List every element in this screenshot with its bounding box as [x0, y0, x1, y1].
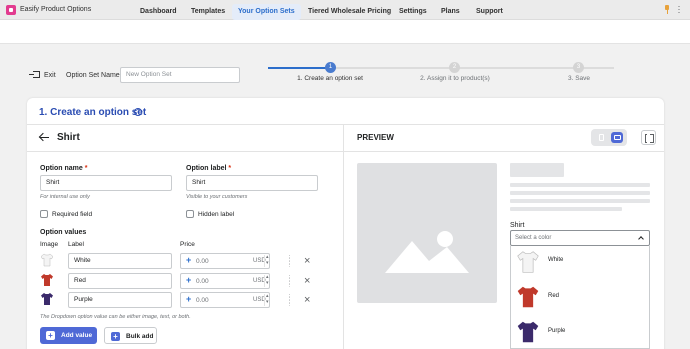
panel-divider [343, 124, 344, 349]
red-shirt-icon[interactable] [41, 273, 53, 287]
option-label-input[interactable]: Shirt [186, 175, 318, 191]
delete-value-icon[interactable]: × [304, 256, 310, 267]
card-title: 1. Create an option set [39, 107, 147, 118]
skeleton-line [510, 183, 650, 187]
price-value: 0.00 [196, 278, 209, 285]
step-1-indicator: 1 [325, 62, 336, 73]
value-label-input[interactable]: White [68, 253, 172, 269]
step-progress-line [268, 67, 330, 69]
nav-settings[interactable]: Settings [393, 4, 433, 20]
bulk-add-button[interactable]: + Bulk add [104, 327, 157, 344]
preview-color-select[interactable]: Select a color [510, 230, 650, 246]
skeleton-line [510, 191, 650, 195]
delete-value-icon[interactable]: × [304, 295, 310, 306]
image-placeholder-icon [385, 231, 469, 273]
mobile-view-icon[interactable] [595, 132, 607, 143]
value-label-input[interactable]: Red [68, 273, 172, 289]
chevron-up-icon [638, 236, 644, 242]
dropdown-option-purple[interactable]: Purple [511, 318, 649, 348]
price-stepper-icon[interactable] [264, 274, 270, 287]
fullscreen-icon[interactable] [641, 130, 656, 145]
drag-handle-icon[interactable]: : :: : [289, 275, 295, 289]
app-logo-icon [6, 5, 16, 15]
preview-title: PREVIEW [357, 133, 394, 142]
add-value-button[interactable]: + Add value [40, 327, 97, 344]
header-divider [27, 151, 664, 152]
required-field-label: Required field [52, 211, 93, 218]
main-nav [0, 20, 690, 44]
plus-icon: + [186, 294, 192, 304]
option-set-name-input[interactable]: New Option Set [120, 67, 240, 83]
question-circle-icon[interactable]: ? [134, 108, 142, 116]
column-image: Image [40, 241, 59, 248]
dropdown-option-white[interactable]: White [511, 246, 649, 278]
option-label-helper: Visible to your customers [186, 194, 248, 200]
price-value: 0.00 [196, 258, 209, 265]
delete-value-icon[interactable]: × [304, 276, 310, 287]
plus-icon: + [186, 255, 192, 265]
option-set-name-label: Option Set Name [66, 72, 120, 79]
value-price-input[interactable]: + 0.00 USD [180, 292, 270, 308]
nav-support[interactable]: Support [470, 4, 509, 20]
white-shirt-icon[interactable] [41, 253, 53, 267]
plus-square-icon: + [111, 332, 120, 341]
dropdown-option-red[interactable]: Red [511, 282, 649, 314]
preview-dropdown-list: White Red Purple [510, 246, 650, 349]
value-price-input[interactable]: + 0.00 USD [180, 273, 270, 289]
nav-tiered-wholesale-pricing[interactable]: Tiered Wholesale Pricing [302, 4, 397, 20]
exit-icon[interactable] [29, 71, 40, 78]
plus-icon: + [186, 275, 192, 285]
step-line [330, 67, 614, 69]
purple-shirt-icon[interactable] [41, 292, 53, 306]
option-name-input[interactable]: Shirt [40, 175, 172, 191]
value-price-input[interactable]: + 0.00 USD [180, 253, 270, 269]
more-options-icon[interactable]: · · · [676, 2, 682, 17]
skeleton-line [510, 207, 622, 211]
option-name-helper: For internal use only [40, 194, 90, 200]
nav-templates[interactable]: Templates [185, 4, 231, 20]
device-toggle [591, 129, 627, 146]
step-3-label: 3. Save [567, 75, 591, 82]
purple-shirt-icon [517, 321, 539, 343]
option-values-hint: The Dropdown option value can be either … [40, 314, 191, 320]
app-title: Easify Product Options [20, 6, 92, 13]
skeleton-block [510, 163, 564, 177]
card-divider [27, 124, 664, 125]
product-image-placeholder [357, 163, 497, 303]
price-stepper-icon[interactable] [264, 293, 270, 306]
option-label-label: Option label * [186, 165, 232, 172]
drag-handle-icon[interactable]: : :: : [289, 294, 295, 308]
desktop-view-icon[interactable] [611, 132, 623, 143]
red-shirt-icon [517, 286, 539, 308]
step-3-indicator: 3 [573, 62, 584, 73]
drag-handle-icon[interactable]: : :: : [289, 255, 295, 269]
nav-dashboard[interactable]: Dashboard [134, 4, 183, 20]
exit-button[interactable]: Exit [44, 72, 56, 79]
required-field-checkbox[interactable] [40, 210, 48, 218]
column-price: Price [180, 241, 195, 248]
step-2-indicator: 2 [449, 62, 460, 73]
value-label-input[interactable]: Purple [68, 292, 172, 308]
skeleton-line [510, 199, 650, 203]
option-name-label: Option name * [40, 165, 88, 172]
step-1-label: 1. Create an option set [297, 75, 363, 82]
option-values-title: Option values [40, 229, 87, 236]
back-arrow-icon[interactable] [39, 132, 49, 142]
white-shirt-icon [517, 251, 539, 273]
price-stepper-icon[interactable] [264, 254, 270, 267]
nav-plans[interactable]: Plans [435, 4, 466, 20]
plus-square-icon: + [46, 331, 55, 340]
step-2-label: 2. Assign it to product(s) [420, 75, 490, 82]
price-value: 0.00 [196, 297, 209, 304]
option-title: Shirt [57, 132, 80, 143]
hidden-label-checkbox[interactable] [186, 210, 194, 218]
column-label: Label [68, 241, 84, 248]
nav-your-option-sets[interactable]: Your Option Sets [232, 4, 301, 20]
preview-select-label: Shirt [510, 222, 525, 229]
hidden-label-label: Hidden label [198, 211, 235, 218]
pin-icon[interactable] [664, 5, 670, 14]
